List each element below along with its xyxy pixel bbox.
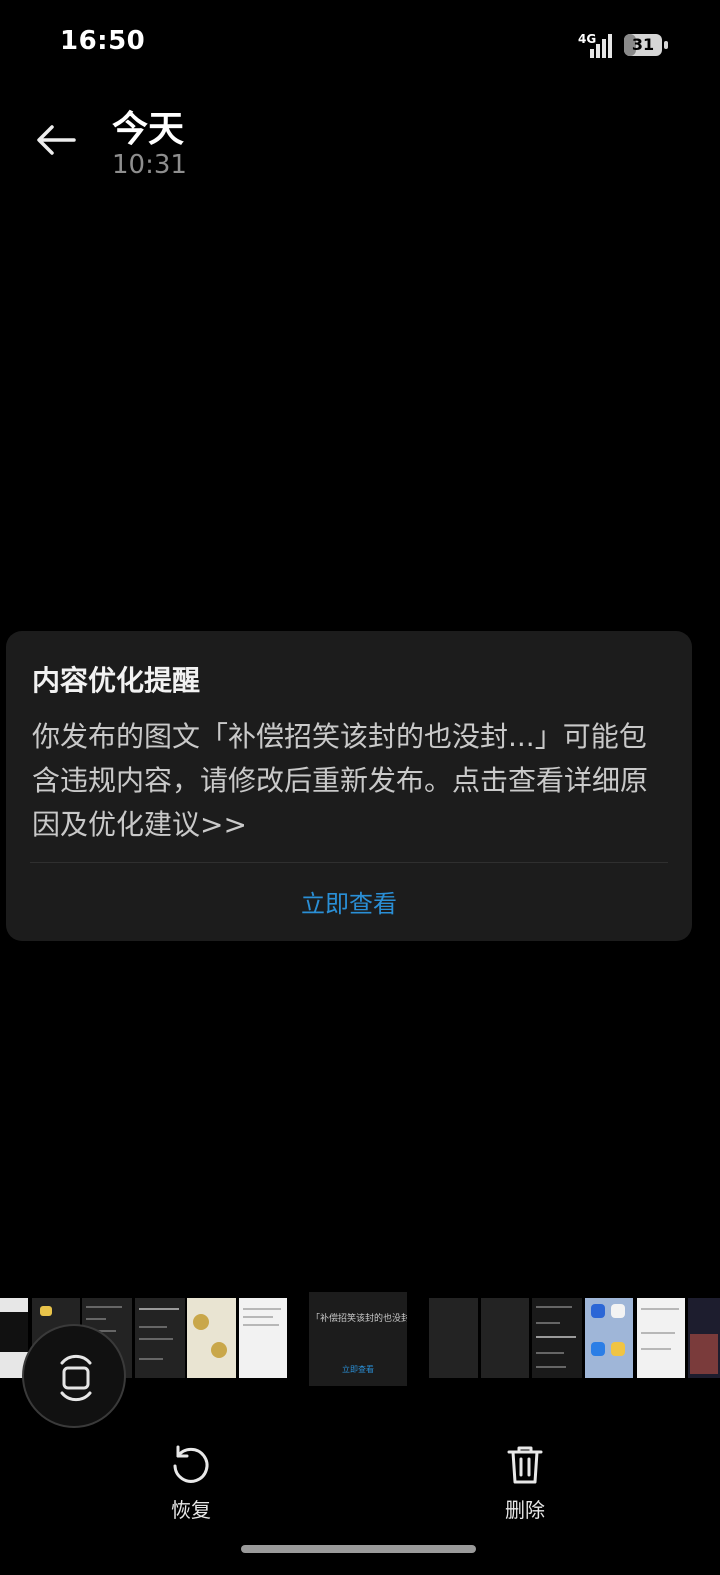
rotate-icon <box>60 1354 92 1402</box>
card-body[interactable]: 你发布的图文「补偿招笑该封的也没封...」可能包含违规内容，请修改后重新发布。点… <box>32 715 672 847</box>
thumbnail-current-action: 立即查看 <box>342 1365 374 1374</box>
delete-label: 删除 <box>505 1498 545 1522</box>
thumbnail-current-text: 「补偿招笑该封的也没封…修改后重新发布。点击查 <box>311 1314 407 1324</box>
delete-button[interactable]: 删除 <box>465 1442 585 1523</box>
thumbnail[interactable] <box>585 1298 633 1378</box>
thumbnail[interactable] <box>637 1298 685 1378</box>
thumbnail[interactable] <box>532 1298 582 1378</box>
view-now-button[interactable]: 立即查看 <box>6 884 692 919</box>
restore-label: 恢复 <box>171 1498 211 1522</box>
battery-level: 31 <box>631 35 655 54</box>
restore-button[interactable]: 恢复 <box>131 1442 251 1523</box>
thumbnail[interactable] <box>481 1298 529 1378</box>
thumbnail[interactable] <box>429 1298 478 1378</box>
thumbnail[interactable] <box>187 1298 236 1378</box>
thumbnail[interactable] <box>688 1298 720 1378</box>
card-divider <box>30 862 668 863</box>
thumbnail-current[interactable]: 「补偿招笑该封的也没封…修改后重新发布。点击查 立即查看 <box>309 1292 407 1386</box>
card-title: 内容优化提醒 <box>32 664 201 697</box>
thumbnail[interactable] <box>239 1298 287 1378</box>
page-title: 今天 <box>112 109 185 150</box>
status-time: 16:50 <box>60 26 146 56</box>
restore-icon <box>173 1445 209 1483</box>
rotate-button[interactable] <box>22 1324 126 1428</box>
page-subtitle-time: 10:31 <box>112 150 187 180</box>
delete-icon <box>507 1446 543 1484</box>
thumbnail[interactable] <box>135 1298 185 1378</box>
back-arrow-icon[interactable] <box>34 118 78 162</box>
home-indicator[interactable] <box>241 1545 476 1553</box>
signal-icon <box>590 34 612 58</box>
battery-icon: 31 <box>624 34 668 56</box>
notification-card: 内容优化提醒 你发布的图文「补偿招笑该封的也没封...」可能包含违规内容，请修改… <box>6 631 692 941</box>
